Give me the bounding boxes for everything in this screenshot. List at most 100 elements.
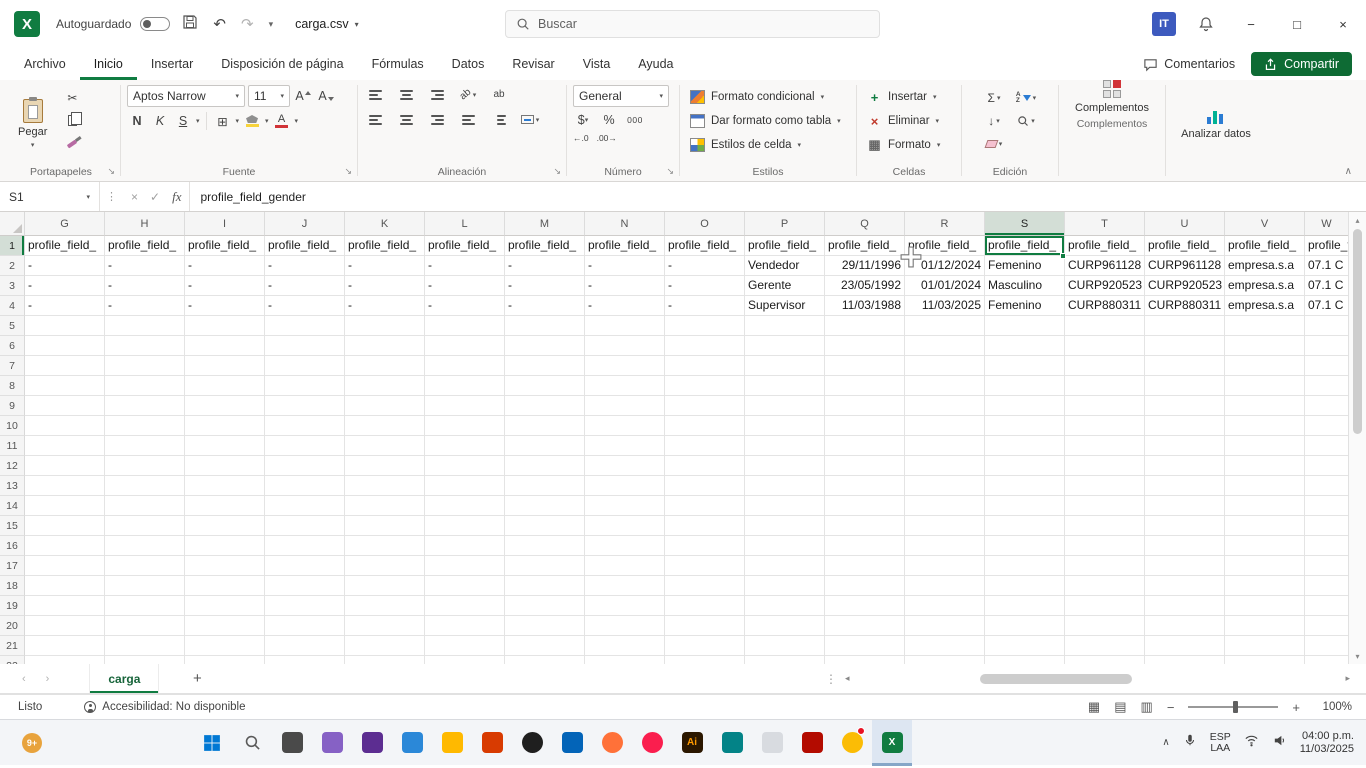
fill-color-button[interactable] [242, 111, 262, 131]
cell-O22[interactable] [665, 656, 745, 664]
cell-G16[interactable] [25, 536, 105, 556]
decrease-decimal-button[interactable]: .00→ [597, 133, 617, 143]
cell-G4[interactable]: - [25, 296, 105, 316]
cell-T18[interactable] [1065, 576, 1145, 596]
cell-R17[interactable] [905, 556, 985, 576]
cell-K15[interactable] [345, 516, 425, 536]
paste-button[interactable]: Pegar ▾ [8, 85, 57, 163]
cell-T12[interactable] [1065, 456, 1145, 476]
cell-M17[interactable] [505, 556, 585, 576]
maximize-button[interactable]: □ [1274, 0, 1320, 48]
cell-I13[interactable] [185, 476, 265, 496]
cell-L21[interactable] [425, 636, 505, 656]
taskbar-acrobat-icon[interactable] [792, 720, 832, 766]
cell-N3[interactable]: - [585, 276, 665, 296]
cell-J3[interactable]: - [265, 276, 345, 296]
align-top-button[interactable] [364, 85, 386, 104]
cell-U12[interactable] [1145, 456, 1225, 476]
autosum-button[interactable]: Σ ▾ [983, 88, 1005, 107]
cell-W14[interactable] [1305, 496, 1348, 516]
row-header-7[interactable]: 7 [0, 356, 25, 376]
insert-cells-button[interactable]: + Insertar ▾ [863, 85, 955, 109]
row-header-10[interactable]: 10 [0, 416, 25, 436]
cell-V18[interactable] [1225, 576, 1305, 596]
cell-I18[interactable] [185, 576, 265, 596]
column-header-W[interactable]: W [1305, 212, 1348, 236]
insert-function-button[interactable]: fx [172, 189, 181, 205]
cell-U10[interactable] [1145, 416, 1225, 436]
cell-H20[interactable] [105, 616, 185, 636]
cell-V1[interactable]: profile_field_ [1225, 236, 1305, 256]
tab-fórmulas[interactable]: Fórmulas [358, 48, 438, 80]
taskbar-app-violet-icon[interactable] [352, 720, 392, 766]
cell-M3[interactable]: - [505, 276, 585, 296]
cell-T15[interactable] [1065, 516, 1145, 536]
cell-M4[interactable]: - [505, 296, 585, 316]
cell-G2[interactable]: - [25, 256, 105, 276]
cell-N12[interactable] [585, 456, 665, 476]
wifi-icon[interactable] [1244, 733, 1259, 753]
tab-disposición-de-página[interactable]: Disposición de página [207, 48, 357, 80]
cell-Q14[interactable] [825, 496, 905, 516]
cell-O16[interactable] [665, 536, 745, 556]
cell-R14[interactable] [905, 496, 985, 516]
tab-scrollbar-splitter[interactable]: ⋮ [817, 672, 845, 686]
column-header-M[interactable]: M [505, 212, 585, 236]
tab-vista[interactable]: Vista [569, 48, 625, 80]
cell-G22[interactable] [25, 656, 105, 664]
cell-R8[interactable] [905, 376, 985, 396]
cell-Q12[interactable] [825, 456, 905, 476]
cell-U13[interactable] [1145, 476, 1225, 496]
font-size-select[interactable]: 11 ▾ [248, 85, 290, 107]
cell-S14[interactable] [985, 496, 1065, 516]
cell-P2[interactable]: Vendedor [745, 256, 825, 276]
column-header-J[interactable]: J [265, 212, 345, 236]
cell-K6[interactable] [345, 336, 425, 356]
cell-L5[interactable] [425, 316, 505, 336]
cell-I8[interactable] [185, 376, 265, 396]
column-header-V[interactable]: V [1225, 212, 1305, 236]
cell-R16[interactable] [905, 536, 985, 556]
column-header-O[interactable]: O [665, 212, 745, 236]
name-box[interactable]: S1 ▾ [0, 182, 100, 211]
cell-P22[interactable] [745, 656, 825, 664]
cell-V11[interactable] [1225, 436, 1305, 456]
cell-Q16[interactable] [825, 536, 905, 556]
cell-P6[interactable] [745, 336, 825, 356]
cell-H2[interactable]: - [105, 256, 185, 276]
conditional-format-button[interactable]: Formato condicional ▾ [686, 85, 850, 109]
collapse-ribbon-button[interactable]: ∧ [1345, 166, 1352, 177]
cell-W12[interactable] [1305, 456, 1348, 476]
cell-K1[interactable]: profile_field_ [345, 236, 425, 256]
cell-Q15[interactable] [825, 516, 905, 536]
increase-decimal-button[interactable]: ←.0 [573, 133, 589, 143]
account-avatar[interactable]: IT [1152, 12, 1176, 36]
currency-button[interactable]: $ ▾ [573, 110, 593, 130]
cell-J4[interactable]: - [265, 296, 345, 316]
cell-N19[interactable] [585, 596, 665, 616]
cell-O3[interactable]: - [665, 276, 745, 296]
row-header-14[interactable]: 14 [0, 496, 25, 516]
cell-J16[interactable] [265, 536, 345, 556]
cell-S7[interactable] [985, 356, 1065, 376]
taskbar-file-explorer-icon[interactable] [432, 720, 472, 766]
increase-indent-button[interactable] [488, 110, 510, 129]
cell-I7[interactable] [185, 356, 265, 376]
cell-Q1[interactable]: profile_field_ [825, 236, 905, 256]
cell-T1[interactable]: profile_field_ [1065, 236, 1145, 256]
cell-L13[interactable] [425, 476, 505, 496]
taskbar-illustrator-icon[interactable]: Ai [672, 720, 712, 766]
cell-O20[interactable] [665, 616, 745, 636]
cell-O9[interactable] [665, 396, 745, 416]
cell-M7[interactable] [505, 356, 585, 376]
taskbar-app-purple-icon[interactable] [312, 720, 352, 766]
cell-N15[interactable] [585, 516, 665, 536]
italic-button[interactable]: K [150, 111, 170, 131]
cell-L2[interactable]: - [425, 256, 505, 276]
cell-U1[interactable]: profile_field_ [1145, 236, 1225, 256]
cell-N17[interactable] [585, 556, 665, 576]
cell-H11[interactable] [105, 436, 185, 456]
borders-caret-icon[interactable]: ▾ [236, 117, 240, 125]
cell-I4[interactable]: - [185, 296, 265, 316]
add-sheet-button[interactable]: + [185, 670, 209, 687]
